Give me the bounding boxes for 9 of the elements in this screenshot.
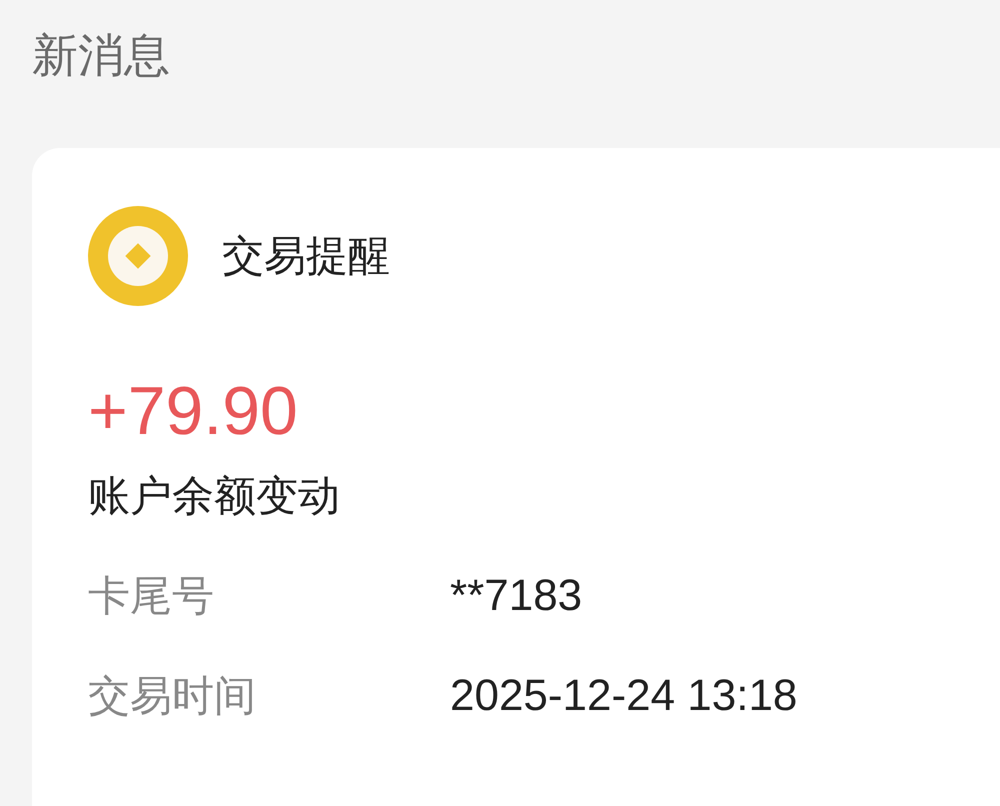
- field-value: **7183: [450, 570, 582, 622]
- page-title: 新消息: [32, 27, 170, 84]
- amount: +79.90: [88, 372, 298, 451]
- coin-icon: [88, 206, 188, 306]
- description: 账户余额变动: [88, 470, 340, 522]
- card-title: 交易提醒: [222, 230, 390, 282]
- field-label: 卡尾号: [88, 570, 215, 622]
- field-label: 交易时间: [88, 670, 257, 722]
- field-value: 2025-12-24 13:18: [450, 670, 798, 722]
